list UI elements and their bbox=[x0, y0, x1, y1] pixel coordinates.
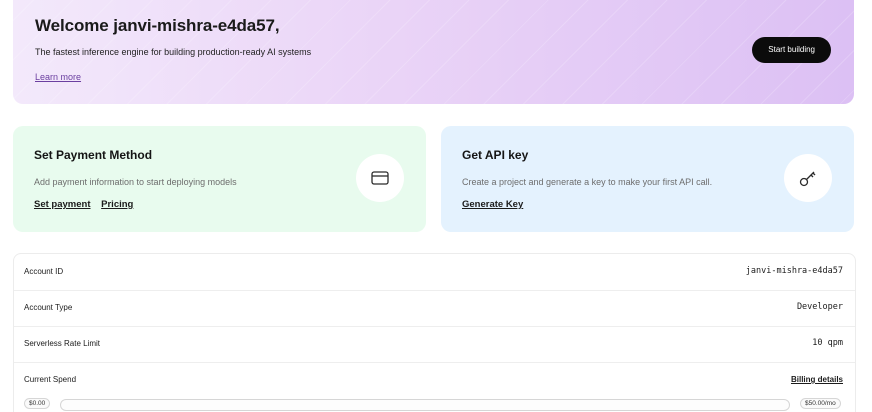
rate-limit-value: 10 qpm bbox=[812, 338, 843, 348]
welcome-subtitle: The fastest inference engine for buildin… bbox=[35, 47, 312, 57]
api-card-description: Create a project and generate a key to m… bbox=[462, 177, 713, 187]
account-id-value: janvi-mishra-e4da57 bbox=[745, 266, 843, 276]
current-spend-row: Current Spend Billing details bbox=[14, 362, 855, 398]
payment-card-description: Add payment information to start deployi… bbox=[34, 177, 237, 187]
credit-card-icon bbox=[356, 154, 404, 202]
current-spend-label: Current Spend bbox=[24, 375, 77, 384]
generate-key-link[interactable]: Generate Key bbox=[462, 199, 523, 210]
learn-more-link[interactable]: Learn more bbox=[35, 72, 81, 82]
set-payment-link[interactable]: Set payment bbox=[34, 199, 91, 210]
welcome-title: Welcome janvi-mishra-e4da57, bbox=[35, 16, 280, 35]
rate-limit-label: Serverless Rate Limit bbox=[24, 339, 101, 348]
api-key-card: Get API key Create a project and generat… bbox=[441, 126, 854, 232]
billing-details-link[interactable]: Billing details bbox=[791, 375, 843, 384]
api-card-links: Generate Key bbox=[462, 199, 531, 210]
account-type-value: Developer bbox=[796, 302, 843, 312]
spend-progress-bar bbox=[60, 399, 790, 411]
account-id-row: Account ID janvi-mishra-e4da57 bbox=[14, 254, 855, 291]
dashboard-page: Welcome janvi-mishra-e4da57, The fastest… bbox=[0, 0, 872, 412]
payment-method-card: Set Payment Method Add payment informati… bbox=[13, 126, 426, 232]
spend-max-label: $50.00/mo bbox=[800, 398, 841, 409]
account-type-row: Account Type Developer bbox=[14, 290, 855, 327]
payment-card-links: Set payment Pricing bbox=[34, 199, 141, 210]
payment-card-title: Set Payment Method bbox=[34, 148, 153, 162]
rate-limit-row: Serverless Rate Limit 10 qpm bbox=[14, 326, 855, 363]
pricing-link[interactable]: Pricing bbox=[101, 199, 133, 210]
account-info-panel: Account ID janvi-mishra-e4da57 Account T… bbox=[13, 253, 856, 412]
start-building-button[interactable]: Start building bbox=[752, 37, 831, 63]
account-id-label: Account ID bbox=[24, 267, 64, 276]
spend-min-label: $0.00 bbox=[24, 398, 51, 409]
welcome-banner: Welcome janvi-mishra-e4da57, The fastest… bbox=[13, 0, 854, 104]
api-card-title: Get API key bbox=[462, 148, 529, 162]
key-icon bbox=[784, 154, 832, 202]
account-type-label: Account Type bbox=[24, 303, 73, 312]
